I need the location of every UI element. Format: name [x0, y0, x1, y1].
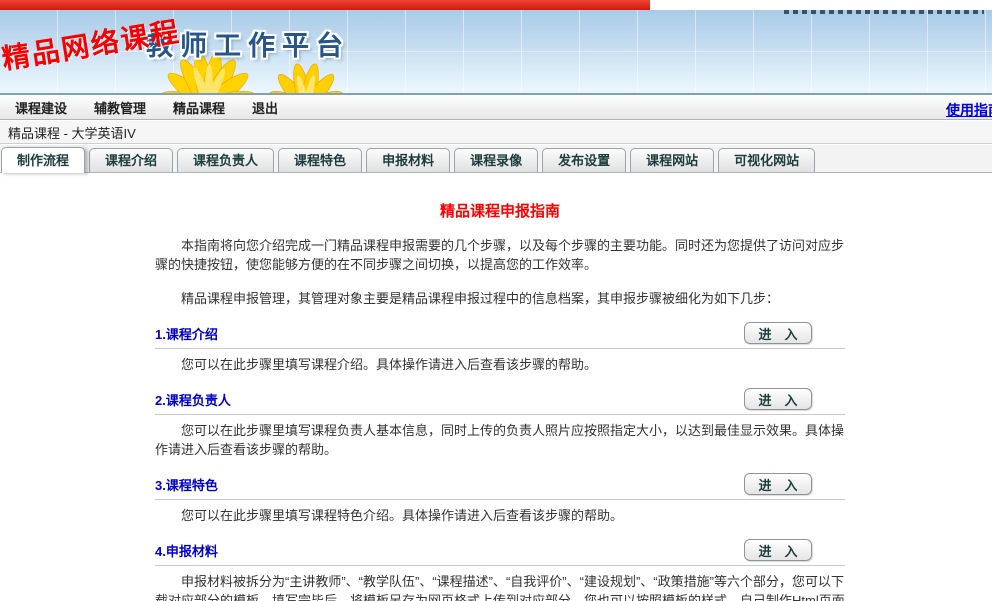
step-title: 4.申报材料 — [155, 541, 218, 560]
section-divider — [155, 565, 845, 566]
enter-button-course-leader[interactable]: 进 入 — [744, 388, 812, 410]
step-section-course-introduction: 1.课程介绍 进 入 您可以在此步骤里填写课程介绍。具体操作请进入后查看该步骤的… — [155, 321, 845, 374]
tab-publish-settings[interactable]: 发布设置 — [542, 148, 626, 172]
tab-course-video[interactable]: 课程录像 — [454, 148, 538, 172]
intro-paragraph-1: 本指南将向您介绍完成一门精品课程申报需要的几个步骤，以及每个步骤的主要功能。同时… — [155, 236, 845, 274]
page-title: 精品课程申报指南 — [155, 200, 845, 221]
step-title: 2.课程负责人 — [155, 390, 231, 409]
step-description: 您可以在此步骤里填写课程负责人基本信息，同时上传的负责人照片应按照指定大小，以达… — [155, 421, 845, 459]
nav-item-assistant-management[interactable]: 辅教管理 — [94, 98, 146, 117]
tab-course-introduction[interactable]: 课程介绍 — [89, 148, 173, 172]
tab-production-process[interactable]: 制作流程 — [1, 147, 85, 173]
main-content: 精品课程申报指南 本指南将向您介绍完成一门精品课程申报需要的几个步骤，以及每个步… — [0, 173, 992, 601]
section-divider — [155, 348, 845, 349]
main-navbar: 课程建设 辅教管理 精品课程 退出 使用指南 — [0, 95, 992, 120]
tab-course-leader[interactable]: 课程负责人 — [177, 148, 274, 172]
enter-button-course-features[interactable]: 进 入 — [744, 473, 812, 495]
clipped-text-fragment — [784, 10, 984, 14]
nav-item-exit[interactable]: 退出 — [252, 98, 278, 117]
step-section-application-materials: 4.申报材料 进 入 申报材料被拆分为“主讲教师”、“教学队伍”、“课程描述”、… — [155, 538, 845, 601]
tab-application-materials[interactable]: 申报材料 — [366, 148, 450, 172]
breadcrumb-text: 精品课程 - 大学英语IV — [8, 123, 136, 142]
nav-item-course-construction[interactable]: 课程建设 — [15, 98, 67, 117]
teacher-work-platform-page: 教师工作平台 精品网络课程 课程建设 辅教管理 精品课程 退出 使用指南 精品课… — [0, 0, 992, 601]
intro-paragraph-2: 精品课程申报管理，其管理对象主要是精品课程申报过程中的信息档案，其申报步骤被细化… — [155, 289, 845, 308]
step-description: 您可以在此步骤里填写课程介绍。具体操作请进入后查看该步骤的帮助。 — [155, 355, 845, 374]
tab-course-website[interactable]: 课程网站 — [630, 148, 714, 172]
step-title: 1.课程介绍 — [155, 324, 218, 343]
step-section-course-leader: 2.课程负责人 进 入 您可以在此步骤里填写课程负责人基本信息，同时上传的负责人… — [155, 387, 845, 459]
tab-course-features[interactable]: 课程特色 — [278, 148, 362, 172]
step-section-course-features: 3.课程特色 进 入 您可以在此步骤里填写课程特色介绍。具体操作请进入后查看该步… — [155, 472, 845, 525]
step-title: 3.课程特色 — [155, 475, 218, 494]
breadcrumb: 精品课程 - 大学英语IV — [0, 121, 992, 144]
step-description: 您可以在此步骤里填写课程特色介绍。具体操作请进入后查看该步骤的帮助。 — [155, 506, 845, 525]
banner-header: 教师工作平台 精品网络课程 — [0, 10, 992, 95]
top-red-bar — [0, 0, 650, 10]
usage-guide-link[interactable]: 使用指南 — [946, 100, 992, 120]
section-divider — [155, 414, 845, 415]
tab-strip: 制作流程 课程介绍 课程负责人 课程特色 申报材料 课程录像 发布设置 课程网站… — [0, 145, 992, 173]
enter-button-course-introduction[interactable]: 进 入 — [744, 322, 812, 344]
nav-item-quality-courses[interactable]: 精品课程 — [173, 98, 225, 117]
tab-visual-website[interactable]: 可视化网站 — [718, 148, 815, 172]
step-description: 申报材料被拆分为“主讲教师”、“教学队伍”、“课程描述”、“自我评价”、“建设规… — [155, 572, 845, 601]
section-divider — [155, 499, 845, 500]
enter-button-application-materials[interactable]: 进 入 — [744, 539, 812, 561]
